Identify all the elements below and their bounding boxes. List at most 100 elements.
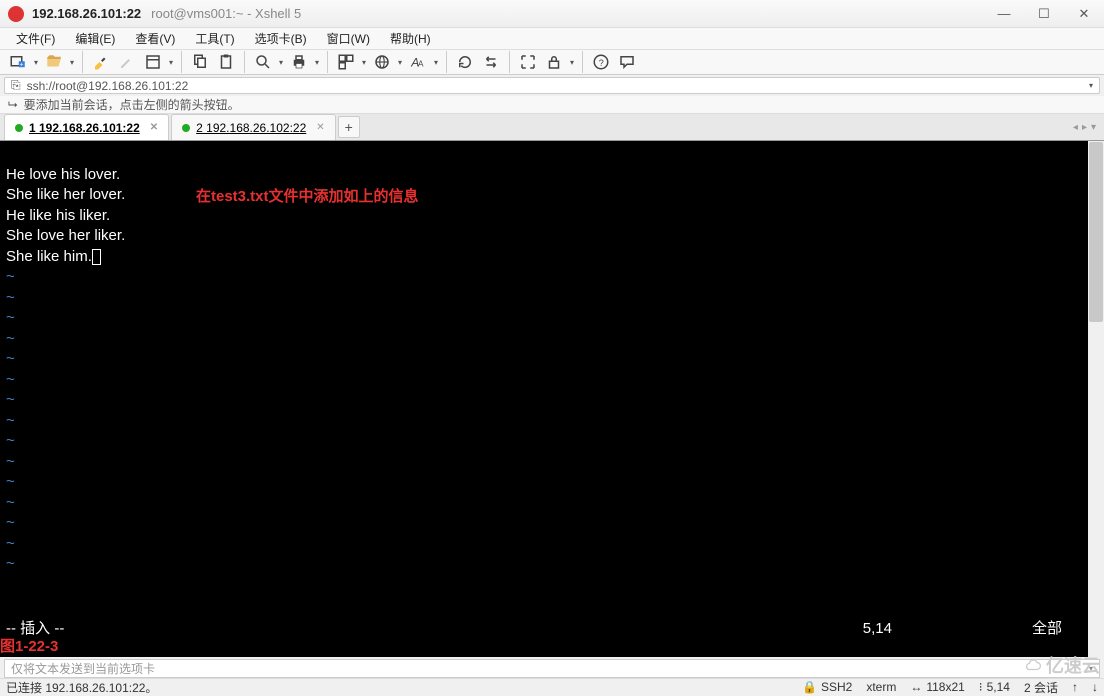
url-icon: ⎘	[11, 78, 21, 93]
dropdown-icon[interactable]: ▾	[360, 58, 368, 67]
menu-window[interactable]: 窗口(W)	[319, 28, 378, 49]
tab-close-icon[interactable]: ✕	[150, 122, 158, 133]
new-session-icon[interactable]: +	[6, 50, 30, 74]
menu-help[interactable]: 帮助(H)	[382, 28, 439, 49]
session-tab-1[interactable]: 1 192.168.26.101:22 ✕	[4, 114, 169, 140]
terminal[interactable]: He love his lover. She like her lover. H…	[0, 141, 1088, 657]
status-termtype: xterm	[866, 680, 896, 694]
annotation-text: 在test3.txt文件中添加如上的信息	[196, 187, 419, 207]
copy-icon[interactable]	[188, 50, 212, 74]
paste-icon[interactable]	[214, 50, 238, 74]
tab-bar: 1 192.168.26.101:22 ✕ 2 192.168.26.102:2…	[0, 114, 1104, 141]
terminal-line: He like his liker.	[6, 207, 110, 224]
print-icon[interactable]	[287, 50, 311, 74]
menu-tab[interactable]: 选项卡(B)	[247, 28, 315, 49]
vim-tilde: ~	[6, 432, 15, 449]
vim-tilde: ~	[6, 555, 15, 572]
session-tab-2[interactable]: 2 192.168.26.102:22 ✕	[171, 114, 336, 140]
terminal-line: She like her lover.	[6, 186, 125, 203]
vim-tilde: ~	[6, 473, 15, 490]
vim-tilde: ~	[6, 535, 15, 552]
vim-mode: -- 插入 --	[6, 619, 64, 639]
dropdown-icon[interactable]: ▾	[432, 58, 440, 67]
layout-icon[interactable]	[334, 50, 358, 74]
vim-cursor-pos: 5,14	[863, 619, 892, 639]
address-bar[interactable]: ⎘ ssh://root@192.168.26.101:22 ▾	[4, 77, 1100, 94]
tab-add-button[interactable]: +	[338, 116, 360, 138]
tab-label: 1 192.168.26.101:22	[29, 121, 140, 135]
compose-input[interactable]: 仅将文本发送到当前选项卡 ▾	[4, 659, 1100, 678]
vim-tilde: ~	[6, 514, 15, 531]
vim-tilde: ~	[6, 391, 15, 408]
search-icon[interactable]	[251, 50, 275, 74]
globe-icon[interactable]	[370, 50, 394, 74]
vim-tilde: ~	[6, 350, 15, 367]
close-button[interactable]: ✕	[1064, 0, 1104, 28]
vim-tilde: ~	[6, 453, 15, 470]
chat-icon[interactable]	[615, 50, 639, 74]
maximize-button[interactable]: ☐	[1024, 0, 1064, 28]
status-dot-icon	[182, 124, 190, 132]
minimize-button[interactable]: —	[984, 0, 1024, 28]
fullscreen-icon[interactable]	[516, 50, 540, 74]
vim-tilde: ~	[6, 289, 15, 306]
menu-bar: 文件(F) 编辑(E) 查看(V) 工具(T) 选项卡(B) 窗口(W) 帮助(…	[0, 28, 1104, 50]
tab-close-icon[interactable]: ✕	[316, 122, 324, 133]
properties-icon[interactable]	[141, 50, 165, 74]
vim-scroll: 全部	[1032, 619, 1062, 639]
cursor-icon	[92, 249, 101, 265]
refresh-icon[interactable]	[453, 50, 477, 74]
dropdown-icon[interactable]: ▾	[568, 58, 576, 67]
tab-menu-icon[interactable]: ▾	[1091, 122, 1096, 133]
dropdown-icon[interactable]: ▾	[396, 58, 404, 67]
tab-nav: ◂ ▸ ▾	[1073, 122, 1104, 133]
highlight-icon[interactable]	[89, 50, 113, 74]
scrollbar-thumb[interactable]	[1089, 142, 1103, 322]
terminal-area: He love his lover. She like her lover. H…	[0, 141, 1104, 657]
help-icon[interactable]: ?	[589, 50, 613, 74]
tab-label: 2 192.168.26.102:22	[196, 121, 306, 135]
menu-view[interactable]: 查看(V)	[127, 28, 183, 49]
title-path: root@vms001:~ - Xshell 5	[151, 6, 301, 21]
menu-file[interactable]: 文件(F)	[8, 28, 63, 49]
terminal-line: She love her liker.	[6, 227, 125, 244]
status-size: ↔ 118x21	[910, 680, 964, 694]
edit-icon[interactable]	[115, 50, 139, 74]
toolbar: + ▾ ▾ ▾ ▾ ▾ ▾ ▾ AA ▾ ▾ ?	[0, 50, 1104, 75]
status-up-icon[interactable]: ↑	[1072, 680, 1078, 694]
lock-icon[interactable]	[542, 50, 566, 74]
compose-dropdown-icon[interactable]: ▾	[1089, 664, 1093, 673]
address-text: ssh://root@192.168.26.101:22	[27, 79, 1089, 93]
terminal-scrollbar[interactable]	[1088, 141, 1104, 657]
figure-label: 图1-22-3	[0, 637, 58, 657]
open-icon[interactable]	[42, 50, 66, 74]
font-icon[interactable]: AA	[406, 50, 430, 74]
menu-tools[interactable]: 工具(T)	[187, 28, 242, 49]
dropdown-icon[interactable]: ▾	[313, 58, 321, 67]
dropdown-icon[interactable]: ▾	[68, 58, 76, 67]
address-dropdown-icon[interactable]: ▾	[1089, 81, 1093, 90]
transfer-icon[interactable]	[479, 50, 503, 74]
title-ip: 192.168.26.101:22	[32, 6, 141, 21]
tab-next-icon[interactable]: ▸	[1082, 122, 1087, 133]
vim-status-line: -- 插入 -- 5,14 全部	[6, 619, 1082, 639]
vim-tilde: ~	[6, 412, 15, 429]
status-bar: 已连接 192.168.26.101:22。 🔒 SSH2 xterm ↔ 11…	[0, 678, 1104, 696]
status-protocol: 🔒 SSH2	[802, 680, 852, 694]
menu-edit[interactable]: 编辑(E)	[67, 28, 123, 49]
app-icon	[8, 6, 24, 22]
terminal-line: She like him.	[6, 248, 101, 265]
svg-text:?: ?	[599, 58, 604, 68]
hint-bar: ⮡ 要添加当前会话，点击左侧的箭头按钮。	[0, 96, 1104, 114]
dropdown-icon[interactable]: ▾	[167, 58, 175, 67]
status-dot-icon	[15, 124, 23, 132]
dropdown-icon[interactable]: ▾	[277, 58, 285, 67]
hint-arrow-icon[interactable]: ⮡	[8, 97, 18, 112]
status-down-icon[interactable]: ↓	[1092, 680, 1098, 694]
status-sessions: 2 会话	[1024, 679, 1058, 696]
tab-prev-icon[interactable]: ◂	[1073, 122, 1078, 133]
vim-tilde: ~	[6, 494, 15, 511]
compose-placeholder: 仅将文本发送到当前选项卡	[11, 660, 1089, 677]
dropdown-icon[interactable]: ▾	[32, 58, 40, 67]
svg-text:+: +	[20, 62, 24, 69]
